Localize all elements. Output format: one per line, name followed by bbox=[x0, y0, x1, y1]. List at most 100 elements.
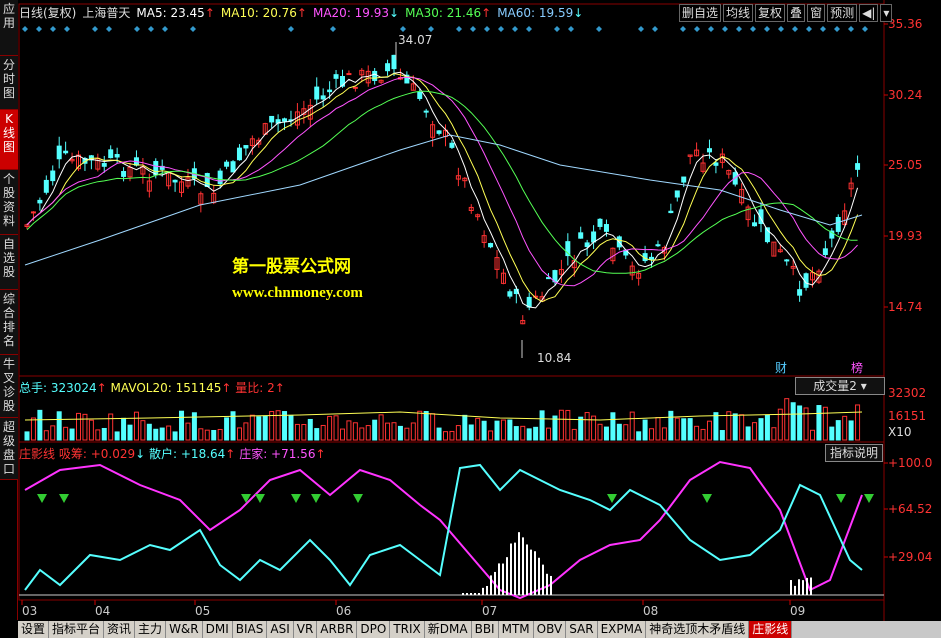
absorb-bar bbox=[494, 571, 496, 595]
candle-body bbox=[37, 199, 43, 204]
signal-diamond bbox=[512, 26, 518, 32]
volume-bar bbox=[636, 431, 642, 441]
chart-canvas[interactable]: 35.3630.2425.0519.9314.7434.0710.84财 榜第一股… bbox=[0, 0, 941, 621]
signal-triangle bbox=[255, 494, 265, 503]
volume-bar bbox=[224, 417, 230, 441]
candle-body bbox=[236, 147, 242, 161]
volume-bar bbox=[88, 419, 94, 441]
indicator-tab-0[interactable]: 设置 bbox=[18, 621, 50, 638]
volume-bar bbox=[777, 408, 783, 441]
candle-body bbox=[108, 149, 114, 159]
ma60-label: MA60: 19.59 bbox=[497, 6, 574, 20]
volume-bar bbox=[745, 426, 751, 441]
indicator-tab-4[interactable]: W&R bbox=[166, 621, 203, 638]
volume-bar bbox=[114, 431, 120, 441]
indicator-tab-6[interactable]: BIAS bbox=[232, 621, 268, 638]
indicator-tab-2[interactable]: 资讯 bbox=[104, 621, 136, 638]
volume-selector[interactable]: 成交量2 ▾ bbox=[795, 377, 885, 395]
volume-bar bbox=[179, 410, 185, 441]
price-axis-label: 14.74 bbox=[888, 300, 922, 314]
indicator-tab-10[interactable]: DPO bbox=[357, 621, 391, 638]
candle-body bbox=[655, 244, 661, 247]
candle-body bbox=[449, 142, 455, 148]
toolbar-pin-icon[interactable]: ◀| bbox=[859, 4, 879, 22]
stock-name: 上海普天 bbox=[82, 6, 131, 20]
volume-bar bbox=[578, 416, 584, 441]
candle-body bbox=[114, 154, 120, 158]
volume-bar bbox=[629, 411, 635, 441]
signal-diamond bbox=[148, 26, 154, 32]
up-arrow-icon: ↑ bbox=[96, 381, 111, 395]
down-arrow-icon: ↓ bbox=[389, 6, 400, 20]
absorb-bar bbox=[798, 579, 800, 595]
indicator-tab-18[interactable]: 神奇选顶木矛盾线 bbox=[646, 621, 750, 638]
indicator-tab-13[interactable]: BBI bbox=[471, 621, 499, 638]
indicator-tab-8[interactable]: VR bbox=[293, 621, 318, 638]
absorb-bar bbox=[474, 593, 476, 595]
volume-bar bbox=[140, 420, 146, 441]
signal-diamond bbox=[722, 26, 728, 32]
volume-bar bbox=[623, 424, 629, 441]
candle-body bbox=[681, 176, 687, 183]
indicator-tab-9[interactable]: ARBR bbox=[317, 621, 358, 638]
candle-body bbox=[224, 161, 230, 167]
volume-bar bbox=[56, 411, 62, 441]
volume-bar bbox=[455, 425, 461, 441]
ma30-label: MA30: 21.46 bbox=[405, 6, 482, 20]
indicator-tab-16[interactable]: SAR bbox=[566, 621, 598, 638]
indicator-tab-17[interactable]: EXPMA bbox=[597, 621, 647, 638]
high-price-label: 34.07 bbox=[398, 33, 432, 47]
volume-bar bbox=[642, 419, 648, 441]
toolbar-button-0[interactable]: 删自选 bbox=[679, 4, 722, 22]
indicator-tab-5[interactable]: DMI bbox=[202, 621, 233, 638]
absorb-bar bbox=[538, 557, 540, 595]
indicator-tab-12[interactable]: 新DMA bbox=[424, 621, 472, 638]
volume-bar bbox=[449, 430, 455, 441]
absorb-bar bbox=[470, 593, 472, 595]
toolbar-button-1[interactable]: 均线 bbox=[723, 4, 754, 22]
indicator-tab-3[interactable]: 主力 bbox=[135, 621, 167, 638]
signal-diamond bbox=[428, 26, 434, 32]
candle-body bbox=[417, 91, 423, 99]
indicator-dealer: 庄家: +71.56 bbox=[239, 447, 316, 461]
volume-bar bbox=[719, 430, 725, 441]
volume-bar bbox=[809, 429, 815, 441]
indicator-help-button[interactable]: 指标说明 bbox=[825, 444, 883, 462]
toolbar-button-5[interactable]: 预测 bbox=[827, 4, 858, 22]
toolbar-button-3[interactable]: 叠 bbox=[787, 4, 806, 22]
indicator-tab-7[interactable]: ASI bbox=[267, 621, 294, 638]
chart-mode[interactable]: 日线(复权) bbox=[19, 6, 76, 20]
volume-bar bbox=[43, 430, 49, 441]
absorb-bar bbox=[794, 585, 796, 595]
low-price-label: 10.84 bbox=[537, 351, 571, 365]
volume-bar bbox=[243, 422, 249, 441]
signal-diamond bbox=[92, 26, 98, 32]
toolbar-menu-icon[interactable]: ▾ bbox=[880, 4, 893, 22]
signal-diamond bbox=[162, 26, 168, 32]
indicator-tab-14[interactable]: MTM bbox=[498, 621, 534, 638]
candle-body bbox=[578, 232, 584, 239]
volume-bar bbox=[314, 428, 320, 441]
signal-triangle bbox=[702, 494, 712, 503]
down-arrow-icon: ↓ bbox=[573, 6, 584, 20]
indicator-tab-19[interactable]: 庄影线 bbox=[749, 621, 793, 638]
toolbar-button-4[interactable]: 窗 bbox=[807, 4, 826, 22]
volume-bar bbox=[385, 422, 391, 441]
toolbar-button-2[interactable]: 复权 bbox=[755, 4, 786, 22]
volume-bar bbox=[417, 410, 423, 441]
price-axis-label: 30.24 bbox=[888, 88, 922, 102]
candle-body bbox=[204, 173, 210, 187]
signal-diamond bbox=[36, 26, 42, 32]
candle-body bbox=[713, 162, 719, 166]
watermark-title: 第一股票公式网 bbox=[232, 256, 351, 277]
signal-triangle bbox=[353, 494, 363, 503]
indicator-tab-1[interactable]: 指标平台 bbox=[49, 621, 105, 638]
month-label: 05 bbox=[195, 604, 210, 618]
indicator-tab-11[interactable]: TRIX bbox=[390, 621, 425, 638]
volume-bar bbox=[649, 428, 655, 441]
indicator-tab-15[interactable]: OBV bbox=[533, 621, 567, 638]
up-arrow-icon: ↑ bbox=[225, 447, 236, 461]
ma20-label: MA20: 19.93 bbox=[312, 6, 390, 20]
up-arrow-icon: ↑ bbox=[274, 381, 285, 395]
signal-diamond bbox=[792, 26, 798, 32]
